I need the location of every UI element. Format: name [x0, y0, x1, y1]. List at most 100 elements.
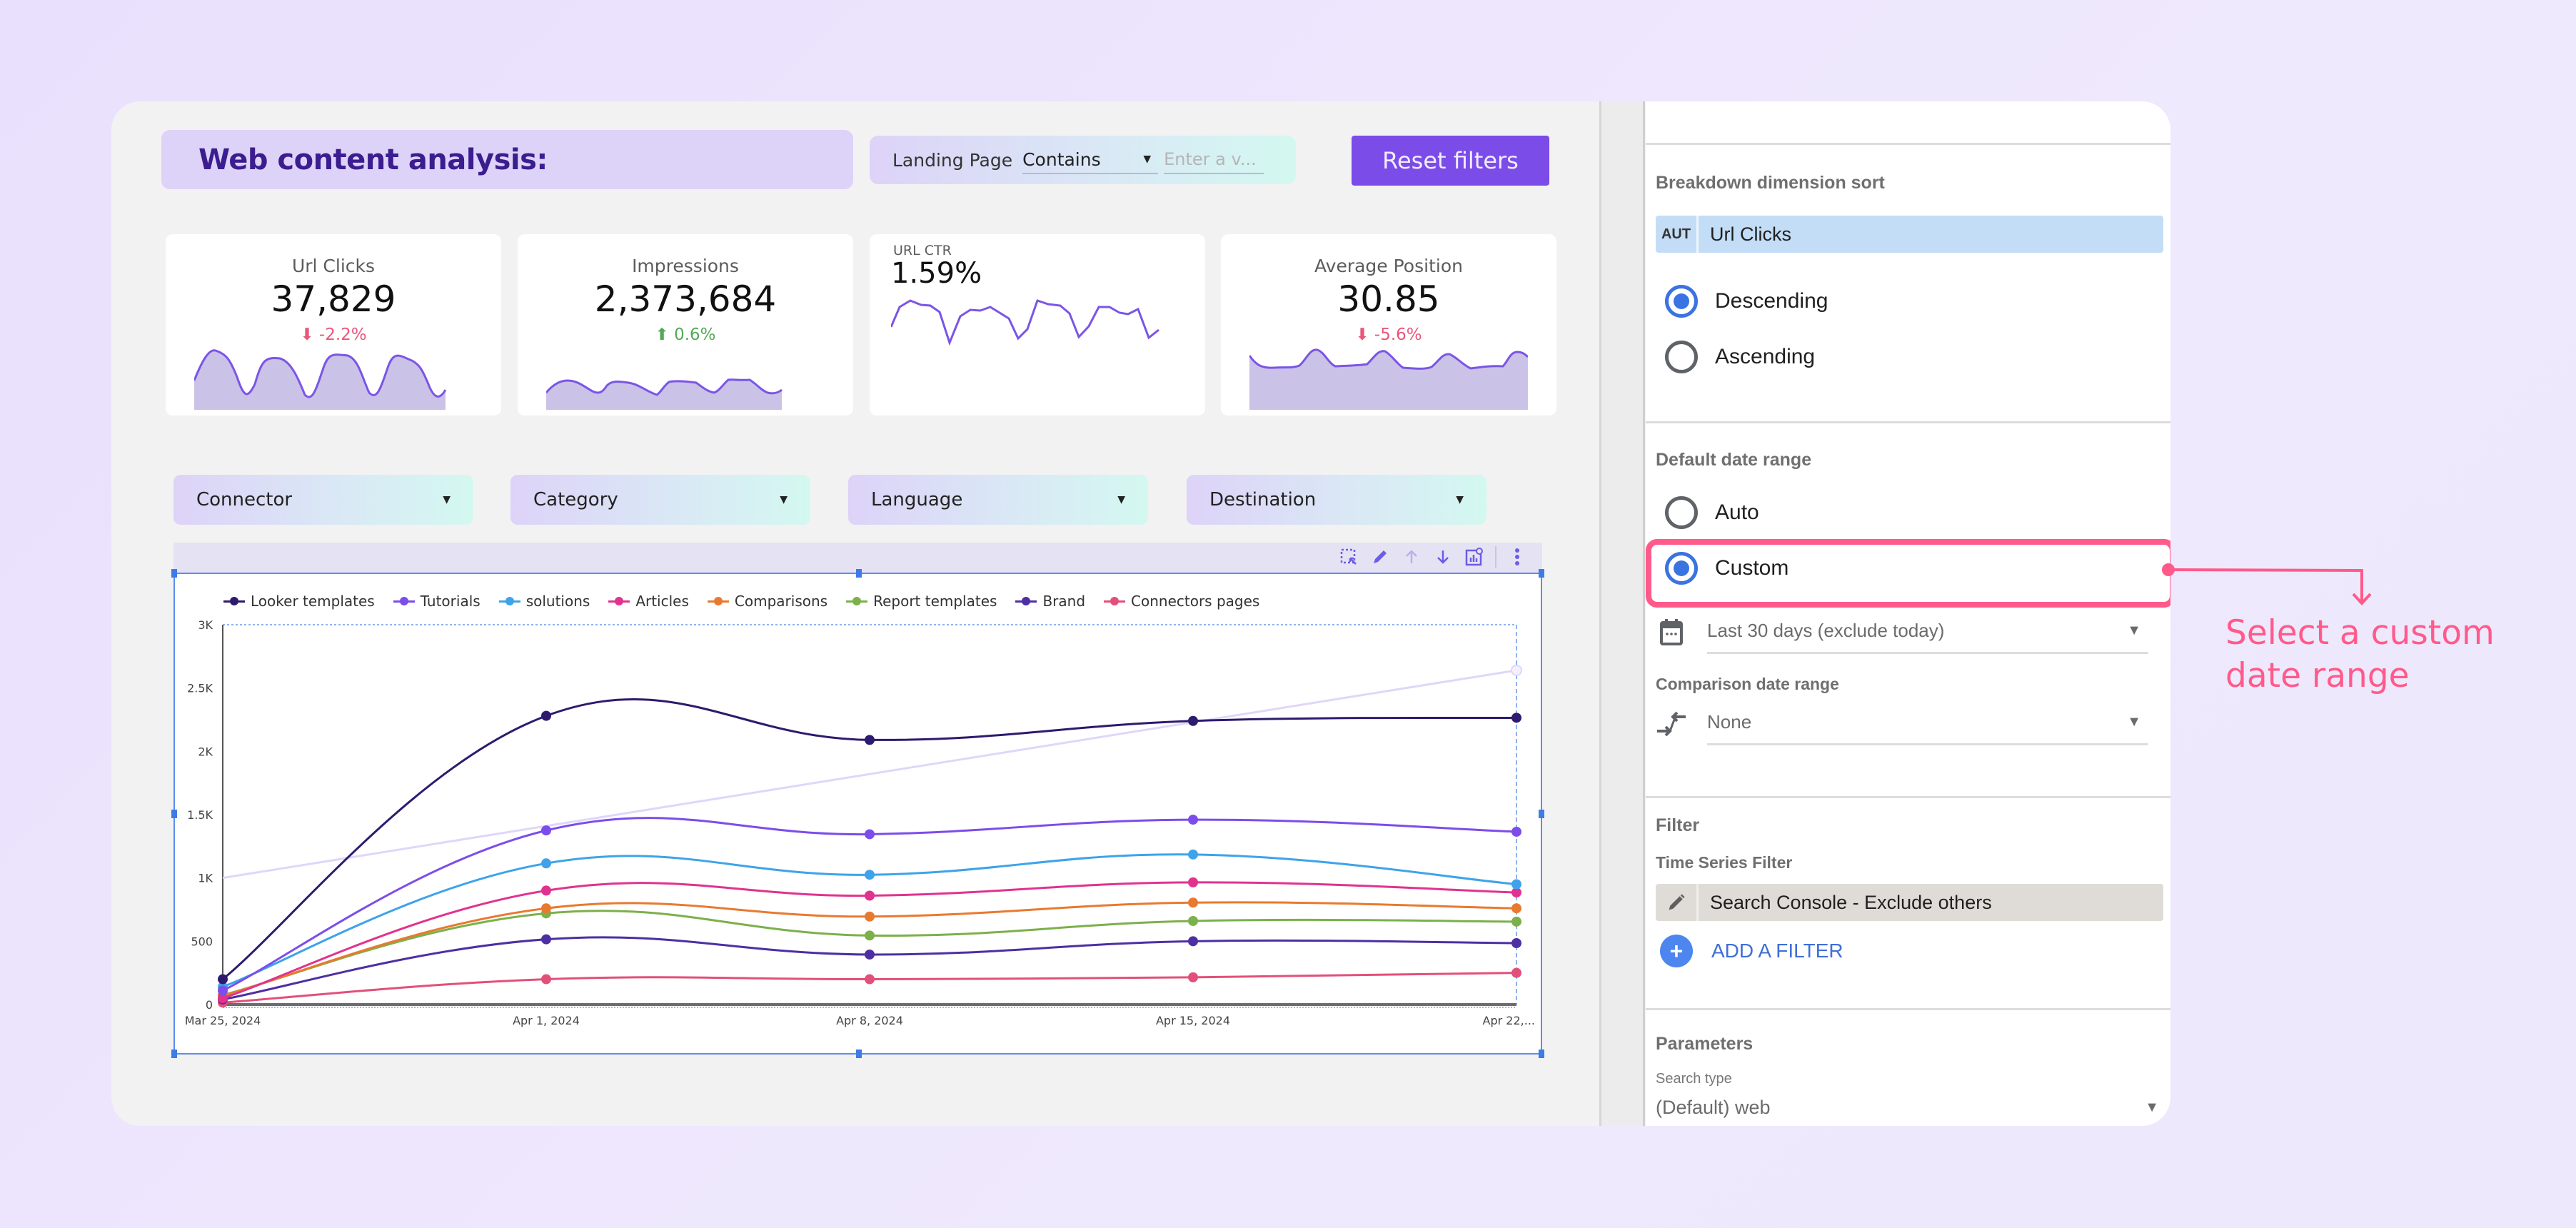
- properties-panel: Breakdown dimension sort AUT Url Clicks …: [1646, 101, 2170, 1126]
- series-point: [865, 870, 875, 880]
- series-line: [222, 936, 1517, 1001]
- kpi-label: URL CTR: [893, 243, 952, 258]
- dropdown-label: Destination: [1209, 489, 1317, 510]
- series-point: [1188, 877, 1198, 887]
- filter-name: Search Console - Exclude others: [1710, 891, 1992, 913]
- series-point: [865, 829, 875, 840]
- radio-ascending[interactable]: Ascending: [1665, 341, 1815, 373]
- add-filter-button[interactable]: + ADD A FILTER: [1660, 935, 1843, 967]
- arrow-down-icon: ⬇: [1355, 326, 1374, 344]
- series-point: [541, 903, 551, 914]
- series-point: [865, 930, 875, 941]
- legend-item[interactable]: Looker templates: [223, 593, 375, 610]
- caret-down-icon: ▼: [1143, 154, 1152, 165]
- add-filter-label: ADD A FILTER: [1711, 940, 1843, 962]
- y-tick-label: 500: [191, 935, 213, 948]
- kpi-card-impressions[interactable]: Impressions 2,373,684 ⬆ 0.6%: [518, 234, 853, 416]
- time-series-chart[interactable]: 0 500 1K 1.5K 2K 2.5K 3K Mar 25, 2024 Apr 1, 202…: [171, 569, 1544, 1058]
- y-tick-label: 1.5K: [187, 808, 213, 822]
- sparkline-impressions: [546, 378, 783, 410]
- legend-item[interactable]: solutions: [498, 593, 590, 610]
- toolbar-divider: [1495, 546, 1496, 568]
- legend-label: Looker templates: [251, 593, 375, 610]
- kpi-card-url-ctr[interactable]: URL CTR 1.59%: [870, 234, 1205, 416]
- legend-label: Connectors pages: [1131, 593, 1260, 610]
- y-tick-label: 3K: [198, 618, 213, 632]
- x-tick-label: Mar 25, 2024: [185, 1014, 261, 1027]
- category-dropdown[interactable]: Category ▼: [510, 475, 810, 525]
- series-point: [1188, 715, 1198, 726]
- chart-settings-icon[interactable]: [1464, 545, 1485, 568]
- legend-item[interactable]: Tutorials: [393, 593, 481, 610]
- legend-item[interactable]: Comparisons: [707, 593, 828, 610]
- annotation-arrow: [2162, 563, 2372, 605]
- series-point: [1188, 972, 1198, 982]
- search-type-select[interactable]: (Default) web ▼: [1656, 1090, 2159, 1124]
- kpi-delta: ⬇ -5.6%: [1221, 326, 1556, 344]
- filter-chip[interactable]: Search Console - Exclude others: [1656, 884, 2163, 921]
- series-point: [1511, 826, 1521, 837]
- sort-metric-chip[interactable]: AUT Url Clicks: [1656, 216, 2163, 253]
- destination-dropdown[interactable]: Destination ▼: [1187, 475, 1486, 525]
- radio-label: Ascending: [1715, 345, 1816, 368]
- reset-filters-label: Reset filters: [1382, 147, 1519, 174]
- parameters-heading: Parameters: [1656, 1034, 1754, 1054]
- default-date-range-heading: Default date range: [1656, 450, 1812, 470]
- select-area-icon[interactable]: [1338, 545, 1359, 568]
- series-point: [1188, 897, 1198, 908]
- search-type-label: Search type: [1656, 1071, 1732, 1087]
- move-down-icon[interactable]: [1432, 545, 1454, 568]
- series-point: [1511, 967, 1521, 978]
- kpi-value: 1.59%: [891, 257, 982, 290]
- series-point: [541, 825, 551, 836]
- x-tick-label: Apr 22,...: [1483, 1014, 1535, 1027]
- comparison-range-select[interactable]: None ▼: [1656, 701, 2155, 751]
- filter-heading: Filter: [1656, 815, 1700, 835]
- connector-dropdown[interactable]: Connector ▼: [173, 475, 473, 525]
- breakdown-sort-heading: Breakdown dimension sort: [1656, 173, 1885, 193]
- divider: [1646, 796, 2170, 798]
- legend-label: Comparisons: [734, 593, 828, 610]
- radio-unchecked-icon: [1665, 496, 1698, 529]
- custom-highlight-box: [1646, 539, 2170, 608]
- legend-item[interactable]: Brand: [1015, 593, 1085, 610]
- radio-auto[interactable]: Auto: [1665, 496, 1759, 529]
- language-dropdown[interactable]: Language ▼: [848, 475, 1148, 525]
- sort-metric-name: Url Clicks: [1710, 223, 1791, 245]
- legend-item[interactable]: Connectors pages: [1104, 593, 1259, 610]
- comparison-range-value: None: [1707, 711, 1752, 733]
- operator-select[interactable]: Contains ▼: [1022, 146, 1159, 174]
- reset-filters-button[interactable]: Reset filters: [1352, 136, 1549, 186]
- legend-swatch-icon: [846, 596, 868, 606]
- edit-pencil-icon[interactable]: [1656, 884, 1699, 921]
- legend-item[interactable]: Report templates: [846, 593, 997, 610]
- series-point: [1188, 936, 1198, 947]
- date-range-value: Last 30 days (exclude today): [1707, 620, 1945, 641]
- dropdown-label: Connector: [196, 489, 293, 510]
- series-point: [865, 974, 875, 985]
- kpi-card-average-position[interactable]: Average Position 30.85 ⬇ -5.6%: [1221, 234, 1556, 416]
- landing-page-value-input[interactable]: Enter a v...: [1164, 146, 1264, 174]
- caret-down-icon: ▼: [2127, 623, 2141, 638]
- kpi-label: Average Position: [1314, 256, 1463, 276]
- y-tick-label: 2K: [198, 745, 213, 758]
- date-range-select[interactable]: Last 30 days (exclude today) ▼: [1656, 610, 2155, 660]
- radio-descending[interactable]: Descending: [1665, 285, 1828, 318]
- x-tick-label: Apr 8, 2024: [836, 1014, 903, 1027]
- move-up-icon[interactable]: [1401, 545, 1422, 568]
- legend-label: Brand: [1042, 593, 1086, 610]
- edit-icon[interactable]: [1369, 545, 1391, 568]
- caret-down-icon: ▼: [443, 494, 451, 505]
- series-point: [541, 858, 551, 869]
- legend-item[interactable]: Articles: [608, 593, 689, 610]
- sparkline-url-clicks: [194, 349, 447, 410]
- kpi-delta-value: 0.6%: [674, 326, 716, 344]
- caret-down-icon: ▼: [1456, 494, 1464, 505]
- sparkline-average-position: [1249, 348, 1528, 410]
- legend-swatch-icon: [223, 596, 245, 606]
- more-vert-icon[interactable]: [1506, 545, 1528, 568]
- report-title-box[interactable]: Web content analysis:: [161, 130, 853, 189]
- chart-legend: Looker templates Tutorials solutions Articl…: [223, 593, 1259, 610]
- kpi-card-url-clicks[interactable]: Url Clicks 37,829 ⬇ -2.2%: [166, 234, 501, 416]
- annotation-line-2: date range: [2225, 656, 2410, 695]
